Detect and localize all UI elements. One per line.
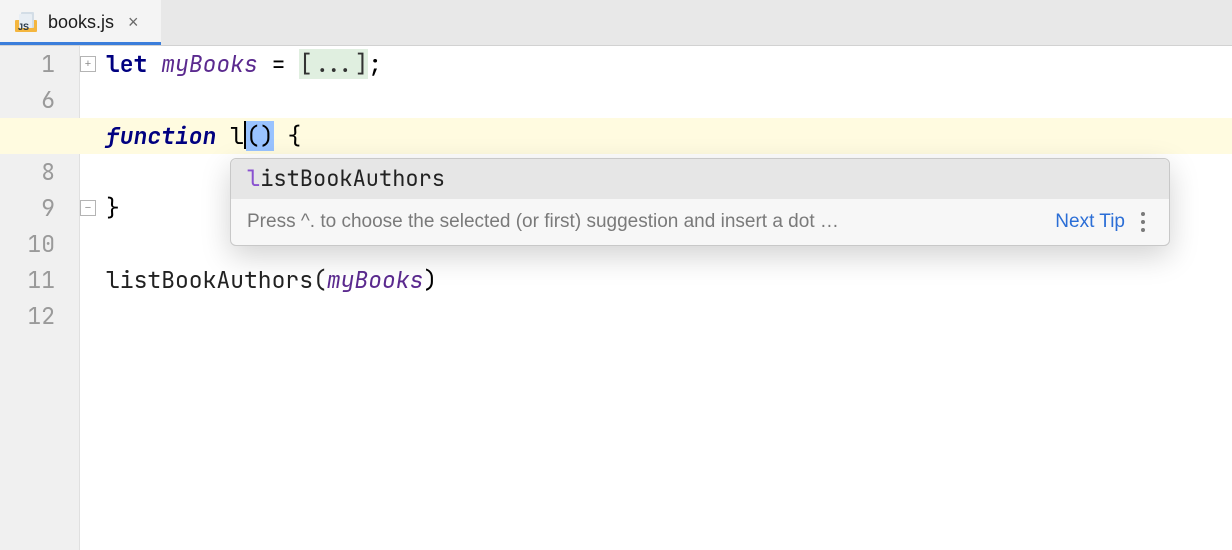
code-line[interactable]: let myBooks = [...]; (106, 46, 1232, 82)
code-line[interactable]: listBookAuthors(myBooks) (106, 262, 1232, 298)
code-text: { (274, 121, 302, 151)
completion-rest: istBookAuthors (260, 161, 445, 197)
code-text: } (106, 193, 120, 223)
completion-popup: listBookAuthors Press ^. to choose the s… (230, 158, 1170, 246)
completion-hint-bar: Press ^. to choose the selected (or firs… (231, 199, 1169, 245)
paren-open: ( (246, 121, 260, 151)
code-editor[interactable]: 1 6 7 8 9 10 11 12 + − − let myBooks = [… (0, 46, 1232, 550)
next-tip-link[interactable]: Next Tip (1055, 204, 1125, 240)
identifier-mybooks: myBooks (161, 49, 258, 79)
close-icon[interactable]: × (124, 13, 143, 31)
folded-array-literal[interactable]: [...] (299, 49, 368, 79)
fold-expand-icon[interactable]: + (80, 56, 96, 72)
line-number: 1 (0, 46, 55, 82)
tab-active-underline (0, 42, 161, 45)
line-number: 8 (0, 154, 55, 190)
line-number: 12 (0, 298, 55, 334)
js-file-icon: JS (14, 10, 38, 34)
line-number: 11 (0, 262, 55, 298)
line-number: 6 (0, 82, 55, 118)
code-text: = (258, 49, 299, 79)
code-line[interactable]: function l() { (106, 118, 1232, 154)
keyword-function: function (106, 121, 216, 151)
line-number: 10 (0, 226, 55, 262)
paren-close: ) (260, 121, 274, 151)
tab-books-js[interactable]: JS books.js × (0, 0, 161, 45)
typed-chars: l (230, 121, 244, 151)
kebab-menu-icon[interactable] (1133, 212, 1153, 232)
line-number: 9 (0, 190, 55, 226)
keyword-let: let (106, 49, 147, 79)
completion-hint-text: Press ^. to choose the selected (or firs… (247, 204, 1047, 240)
code-line[interactable] (106, 298, 1232, 334)
fold-end-icon[interactable]: − (80, 200, 96, 216)
code-line[interactable] (106, 82, 1232, 118)
code-text: ; (368, 49, 382, 79)
svg-text:JS: JS (18, 22, 29, 32)
code-text (216, 121, 230, 151)
code-text: ) (423, 265, 437, 295)
completion-match: l (247, 161, 260, 197)
tab-bar: JS books.js × (0, 0, 1232, 46)
tab-label: books.js (48, 12, 114, 33)
code-area[interactable]: let myBooks = [...]; function l() { } li… (106, 46, 1232, 550)
call-expression: listBookAuthors( (106, 265, 327, 295)
completion-item-listbookauthors[interactable]: listBookAuthors (231, 159, 1169, 199)
identifier-mybooks: myBooks (327, 265, 424, 295)
